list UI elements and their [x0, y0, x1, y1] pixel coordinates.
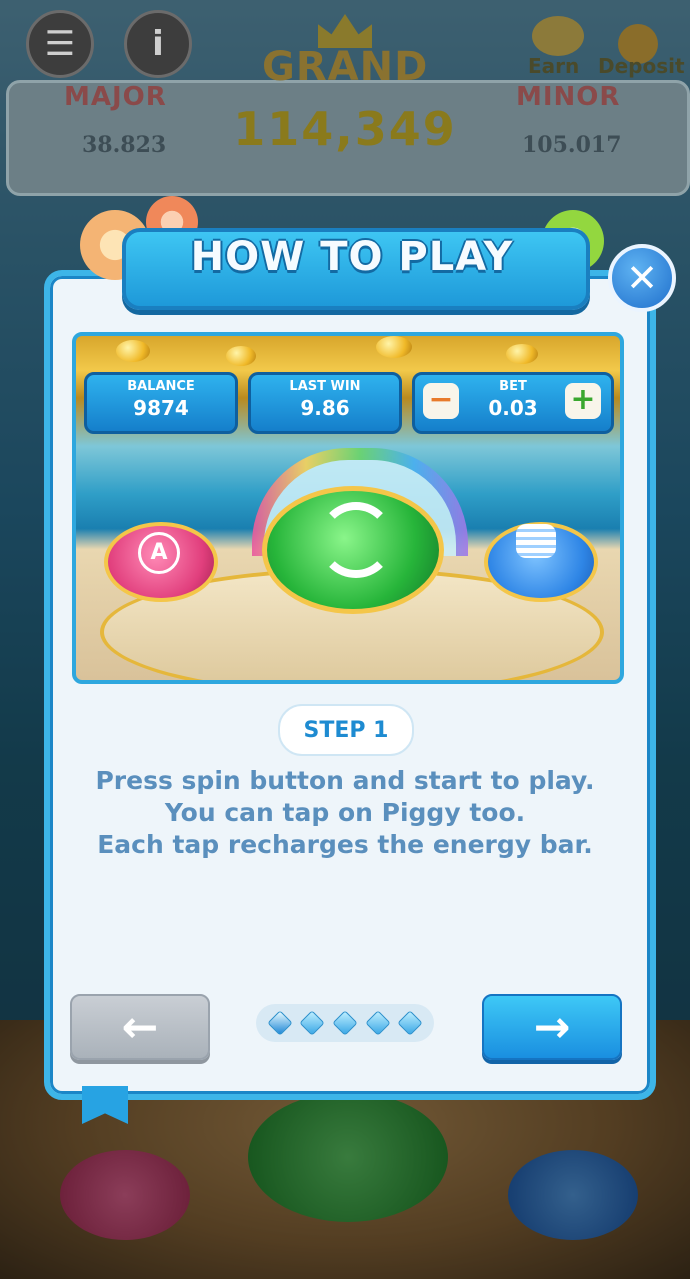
refresh-icon [318, 502, 394, 578]
balance-panel: BALANCE 9874 [84, 372, 238, 434]
minor-value: 105.017 [522, 132, 622, 158]
last-win-label: LAST WIN [289, 379, 361, 394]
page-dot[interactable] [364, 1010, 391, 1036]
page-dot[interactable] [332, 1010, 358, 1036]
coin-decoration [116, 340, 150, 362]
page-indicator [256, 1004, 434, 1042]
piggy-icon [532, 16, 584, 56]
page-dot[interactable] [299, 1010, 326, 1036]
grand-label: GRAND [262, 44, 429, 90]
last-win-value: 9.86 [300, 396, 350, 420]
close-icon: ✕ [626, 256, 658, 300]
minor-label: MINOR [516, 82, 621, 112]
next-button[interactable]: → [482, 994, 622, 1060]
grand-value: 114,349 [233, 102, 457, 156]
balance-value: 9874 [133, 396, 189, 420]
arrow-left-icon: ← [121, 1001, 159, 1053]
description-line-1: Press spin button and start to play. [95, 766, 595, 795]
coin-decoration [376, 336, 412, 358]
menu-button[interactable]: ☰ [26, 10, 94, 78]
previous-button[interactable]: ← [70, 994, 210, 1060]
bet-increase-button: + [565, 383, 601, 419]
page-dot[interactable] [266, 1010, 293, 1036]
major-label: MAJOR [64, 82, 167, 112]
earn-button[interactable]: Earn [528, 54, 579, 78]
major-value: 38.823 [82, 132, 167, 158]
dialog-title: HOW TO PLAY [190, 234, 514, 280]
last-win-panel: LAST WIN 9.86 [248, 372, 402, 434]
close-button[interactable]: ✕ [608, 244, 676, 312]
bet-panel: BET 0.03 − + [412, 372, 614, 434]
coin-stack-icon [516, 524, 556, 558]
deposit-button[interactable]: Deposit [598, 54, 685, 78]
coin-decoration [226, 346, 256, 366]
info-button[interactable]: i [124, 10, 192, 78]
tutorial-preview: BALANCE 9874 LAST WIN 9.86 BET 0.03 − + … [72, 332, 624, 684]
bet-decrease-button: − [423, 383, 459, 419]
coin-decoration [506, 344, 538, 364]
info-icon: i [152, 24, 164, 64]
balance-label: BALANCE [127, 379, 195, 394]
description-line-2: You can tap on Piggy too. [164, 798, 526, 827]
auto-icon: A [138, 532, 180, 574]
description-line-3: Each tap recharges the energy bar. [97, 830, 593, 859]
step-indicator: STEP 1 [278, 704, 414, 756]
list-icon: ☰ [44, 24, 76, 64]
arrow-right-icon: → [533, 1001, 571, 1053]
page-dot[interactable] [397, 1010, 424, 1036]
